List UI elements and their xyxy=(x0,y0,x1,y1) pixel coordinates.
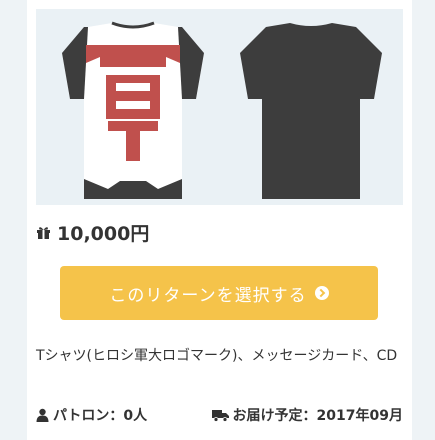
reward-meta: パトロン： 0人 お届け予定： 2017年09月 xyxy=(36,404,403,426)
reward-card: 軍 10,000円 このリターンを選択する Tシャツ(ヒロシ軍大ロゴマーク)、メ… xyxy=(27,0,412,440)
gift-icon xyxy=(37,226,50,239)
patrons-label: パトロン： xyxy=(53,408,124,424)
price-amount: 10,000円 xyxy=(57,222,150,245)
product-image: 軍 xyxy=(36,9,403,205)
tshirt-front-image: 軍 xyxy=(62,21,204,199)
select-reward-label: このリターンを選択する xyxy=(109,285,307,306)
delivery-value: 2017年09月 xyxy=(316,408,403,424)
delivery-info: お届け予定： 2017年09月 xyxy=(211,405,403,425)
delivery-label: お届け予定： xyxy=(232,408,317,424)
patrons-info: パトロン： 0人 xyxy=(36,405,147,425)
tshirt-back-image xyxy=(240,23,382,199)
price-row: 10,000円 xyxy=(36,220,150,245)
chevron-circle-right-icon xyxy=(314,286,329,300)
select-reward-button[interactable]: このリターンを選択する xyxy=(60,266,378,320)
user-icon xyxy=(36,408,49,422)
patrons-value: 0人 xyxy=(123,408,148,424)
reward-description: Tシャツ(ヒロシ軍大ロゴマーク)、メッセージカード、CD xyxy=(36,348,398,364)
truck-icon xyxy=(211,409,229,422)
